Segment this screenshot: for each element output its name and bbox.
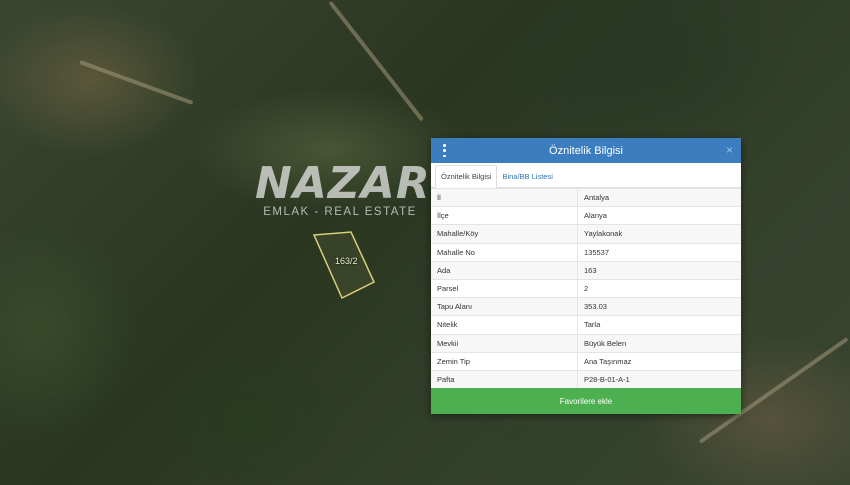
- attribute-value: Alanya: [577, 206, 741, 225]
- table-row: Parsel 2: [431, 278, 741, 298]
- table-row: İlçe Alanya: [431, 206, 741, 225]
- attribute-key: Ada: [431, 260, 578, 280]
- tab-attribute-info[interactable]: Öznitelik Bilgisi: [435, 165, 498, 188]
- attribute-value: 353.03: [577, 297, 741, 316]
- attribute-value: P28-B-01-A-1: [577, 369, 741, 389]
- attribute-value: Antalya: [577, 187, 741, 207]
- attribute-key: Mevkii: [431, 333, 578, 353]
- attribute-key: Mahalle No: [431, 242, 578, 262]
- attribute-key: Tapu Alanı: [431, 297, 578, 316]
- attribute-value: Tarla: [577, 315, 741, 334]
- parcel-label: 163/2: [335, 256, 358, 266]
- watermark-subtitle: EMLAK - REAL ESTATE: [263, 206, 417, 218]
- kebab-menu-icon[interactable]: [443, 144, 446, 157]
- table-row: Ada 163: [431, 260, 741, 280]
- table-row: İl Antalya: [431, 187, 741, 207]
- table-row: Mahalle/Köy Yaylakonak: [431, 224, 741, 244]
- table-row: Zemin Tip Ana Taşınmaz: [431, 351, 741, 371]
- attribute-popup: Öznitelik Bilgisi × Öznitelik Bilgisi Bi…: [431, 138, 741, 414]
- attribute-key: İlçe: [431, 206, 578, 225]
- table-row: Pafta P28-B-01-A-1: [431, 369, 741, 389]
- attribute-value: Yaylakonak: [577, 224, 741, 244]
- table-row: Mahalle No 135537: [431, 242, 741, 262]
- table-row: Tapu Alanı 353.03: [431, 297, 741, 316]
- watermark-logo: NAZAR EMLAK - REAL ESTATE: [255, 158, 431, 219]
- attribute-key: Mahalle/Köy: [431, 224, 578, 244]
- attribute-table: İl Antalya İlçe Alanya Mahalle/Köy Yaylakonak…: [431, 187, 741, 389]
- watermark-title: NAZAR: [255, 158, 431, 209]
- popup-header: Öznitelik Bilgisi ×: [431, 138, 741, 163]
- close-icon[interactable]: ×: [726, 143, 733, 157]
- table-row: Nitelik Tarla: [431, 315, 741, 334]
- attribute-value: Ana Taşınmaz: [577, 351, 741, 371]
- attribute-key: Nitelik: [431, 315, 578, 334]
- table-row: Mevkii Büyük Belen: [431, 333, 741, 353]
- map-road: [79, 60, 194, 105]
- attribute-key: İl: [431, 187, 578, 207]
- attribute-value: 135537: [577, 242, 741, 262]
- attribute-value: Büyük Belen: [577, 333, 741, 353]
- add-to-favorites-button[interactable]: Favorilere ekle: [431, 388, 741, 414]
- attribute-value: 163: [577, 260, 741, 280]
- attribute-key: Parsel: [431, 278, 578, 298]
- attribute-key: Pafta: [431, 369, 578, 389]
- map-road: [328, 0, 424, 122]
- popup-tabs: Öznitelik Bilgisi Bina/BB Listesi: [431, 163, 741, 188]
- popup-title: Öznitelik Bilgisi: [549, 144, 623, 157]
- attribute-value: 2: [577, 278, 741, 298]
- attribute-key: Zemin Tip: [431, 351, 578, 371]
- tab-building-list[interactable]: Bina/BB Listesi: [497, 166, 557, 187]
